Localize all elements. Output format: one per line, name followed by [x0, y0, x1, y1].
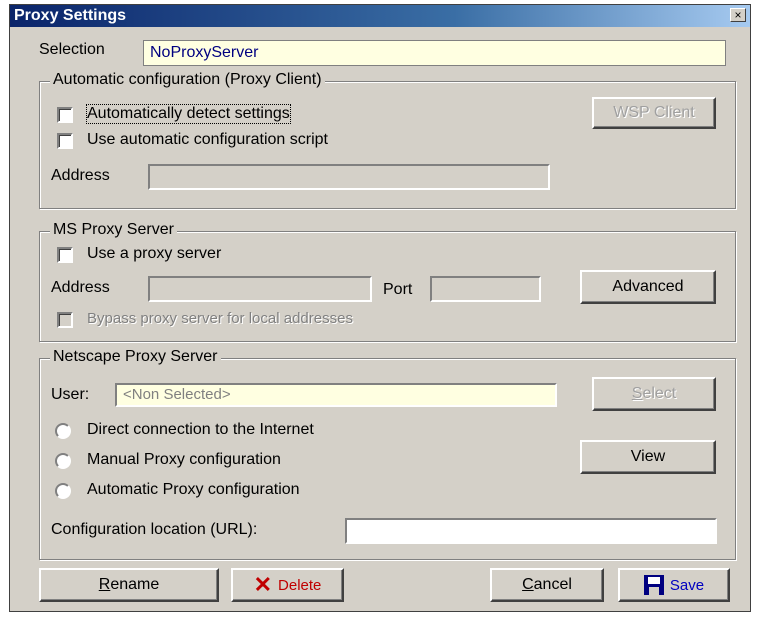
use-proxy-label[interactable]: Use a proxy server	[87, 245, 221, 263]
select-button-label: elect	[642, 385, 677, 402]
auto-address-label: Address	[51, 167, 110, 184]
bypass-checkbox[interactable]	[57, 312, 73, 328]
use-proxy-checkbox[interactable]	[57, 247, 73, 263]
auto-detect-checkbox[interactable]	[57, 107, 73, 123]
rename-button[interactable]: Rename	[39, 568, 219, 602]
auto-script-label[interactable]: Use automatic configuration script	[87, 131, 328, 149]
auto-config-legend: Automatic configuration (Proxy Client)	[50, 71, 325, 89]
select-button[interactable]: Select	[592, 377, 716, 411]
cancel-button-label: ancel	[533, 576, 572, 593]
selection-label: Selection	[39, 41, 105, 58]
ms-address-input[interactable]	[148, 276, 372, 302]
manual-proxy-label[interactable]: Manual Proxy configuration	[87, 451, 281, 469]
config-url-label: Configuration location (URL):	[51, 521, 258, 538]
port-label: Port	[383, 281, 413, 298]
user-input[interactable]: <Non Selected>	[115, 383, 557, 407]
selection-field[interactable]: NoProxyServer	[143, 40, 726, 66]
auto-proxy-radio[interactable]	[55, 483, 71, 499]
wsp-client-button[interactable]: WSP Client	[592, 97, 716, 129]
delete-icon: ✕	[253, 572, 273, 597]
delete-button[interactable]: ✕ Delete	[231, 568, 344, 602]
port-input[interactable]	[430, 276, 541, 302]
save-button-label: Save	[669, 576, 705, 594]
close-button[interactable]: ×	[730, 8, 746, 22]
direct-connection-radio[interactable]	[55, 423, 71, 439]
direct-connection-label[interactable]: Direct connection to the Internet	[87, 421, 314, 439]
delete-button-label: Delete	[278, 576, 322, 594]
manual-proxy-radio[interactable]	[55, 453, 71, 469]
config-url-input[interactable]	[345, 518, 717, 544]
auto-detect-label[interactable]: Automatically detect settings	[86, 104, 291, 124]
bypass-label[interactable]: Bypass proxy server for local addresses	[87, 310, 353, 327]
netscape-proxy-legend: Netscape Proxy Server	[50, 348, 221, 366]
proxy-settings-dialog: Proxy Settings × Selection NoProxyServer…	[9, 4, 751, 612]
title-bar: Proxy Settings ×	[10, 5, 750, 27]
user-label: User:	[51, 386, 90, 403]
select-button-accel: S	[631, 385, 643, 402]
rename-button-label: ename	[110, 576, 160, 593]
cancel-button[interactable]: Cancel	[490, 568, 604, 602]
floppy-disk-icon	[643, 575, 664, 595]
window-title: Proxy Settings	[14, 7, 127, 24]
auto-script-checkbox[interactable]	[57, 133, 73, 149]
save-button[interactable]: Save	[618, 568, 730, 602]
ms-address-label: Address	[51, 279, 110, 296]
auto-proxy-label[interactable]: Automatic Proxy configuration	[87, 481, 300, 499]
view-button[interactable]: View	[580, 440, 716, 474]
auto-address-input[interactable]	[148, 164, 550, 190]
ms-proxy-legend: MS Proxy Server	[50, 221, 177, 239]
cancel-button-accel: C	[522, 576, 534, 593]
rename-button-accel: R	[98, 576, 111, 593]
advanced-button[interactable]: Advanced	[580, 270, 716, 304]
